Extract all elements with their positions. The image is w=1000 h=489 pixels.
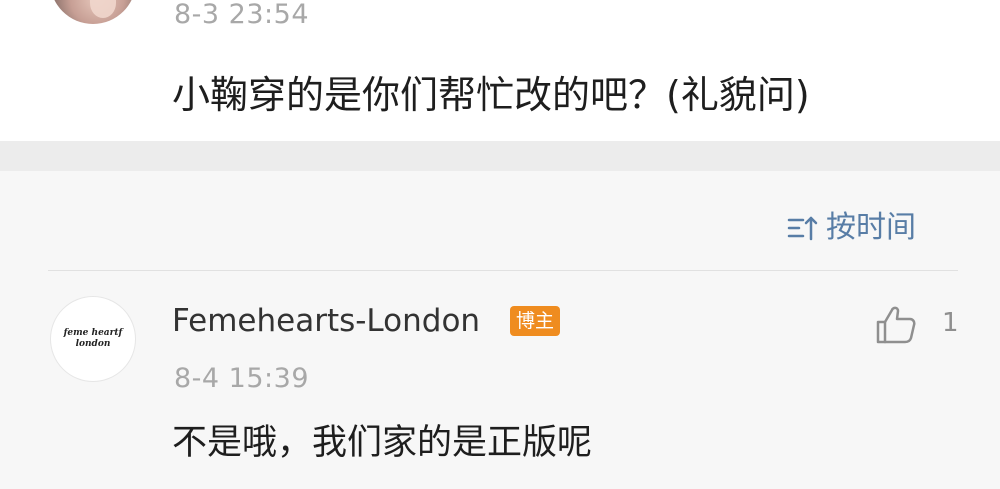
avatar-photo-detail — [90, 0, 116, 18]
avatar-logo-line: feme heartf — [63, 328, 123, 338]
commenter-avatar[interactable] — [50, 0, 136, 24]
reply-text: 不是哦，我们家的是正版呢 — [172, 423, 593, 463]
username-link[interactable]: Femehearts-London — [172, 302, 480, 340]
section-separator — [0, 141, 1000, 171]
sort-lines-icon — [787, 216, 818, 241]
thumbs-up-icon[interactable] — [874, 302, 918, 346]
sort-by-time-button[interactable]: 按时间 — [786, 208, 916, 248]
top-comment: 8-3 23:54 小鞠穿的是你们帮忙改的吧？(礼貌问) — [0, 0, 1000, 141]
reply-time: 8-4 15:39 — [174, 363, 309, 394]
avatar-logo-line: london — [75, 339, 111, 349]
sort-label: 按时间 — [826, 210, 916, 245]
blogger-badge: 博主 — [510, 306, 560, 336]
top-comment-text: 小鞠穿的是你们帮忙改的吧？(礼貌问) — [172, 73, 810, 117]
divider — [48, 270, 958, 271]
like-count: 1 — [942, 308, 959, 338]
top-comment-time: 8-3 23:54 — [174, 0, 309, 30]
blogger-avatar[interactable]: feme heartf london — [50, 296, 136, 382]
